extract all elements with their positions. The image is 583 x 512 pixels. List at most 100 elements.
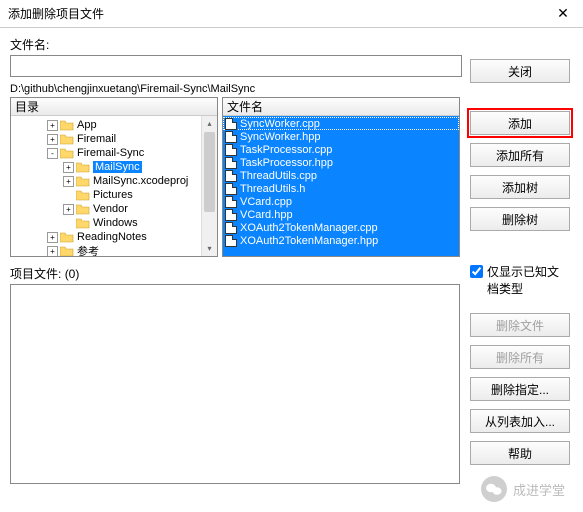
project-files-listbox[interactable] bbox=[10, 284, 460, 484]
scroll-down-icon[interactable]: ▾ bbox=[202, 241, 217, 256]
tree-item[interactable]: +App bbox=[11, 118, 217, 132]
folder-icon bbox=[76, 190, 90, 201]
tree-item-label: Firemail bbox=[77, 133, 116, 145]
tree-item[interactable]: - Firemail-Sync bbox=[11, 146, 217, 160]
file-item[interactable]: TaskProcessor.hpp bbox=[223, 156, 459, 169]
file-item-label: TaskProcessor.cpp bbox=[240, 144, 332, 156]
folder-icon bbox=[60, 148, 74, 159]
show-known-types-input[interactable] bbox=[470, 265, 483, 278]
file-item-label: VCard.hpp bbox=[240, 209, 293, 221]
help-button[interactable]: 帮助 bbox=[470, 441, 570, 465]
tree-item-label: 参考 bbox=[77, 243, 99, 256]
add-all-button[interactable]: 添加所有 bbox=[470, 143, 570, 167]
window-title: 添加删除项目文件 bbox=[8, 5, 543, 22]
add-button[interactable]: 添加 bbox=[470, 111, 570, 135]
tree-item[interactable]: + Firemail bbox=[11, 132, 217, 146]
file-icon bbox=[225, 209, 237, 221]
filename-input[interactable] bbox=[10, 55, 462, 77]
current-path: D:\github\chengjinxuetang\Firemail-Sync\… bbox=[10, 83, 462, 95]
scroll-thumb[interactable] bbox=[204, 132, 215, 212]
folder-icon bbox=[76, 204, 90, 215]
folder-icon bbox=[60, 246, 74, 257]
file-icon bbox=[225, 144, 237, 156]
folder-icon bbox=[76, 218, 90, 229]
expand-icon[interactable]: + bbox=[63, 176, 74, 187]
file-icon bbox=[225, 157, 237, 169]
folder-icon bbox=[76, 176, 90, 187]
remove-file-button[interactable]: 删除文件 bbox=[470, 313, 570, 337]
file-icon bbox=[225, 196, 237, 208]
expand-icon[interactable]: + bbox=[63, 162, 74, 173]
file-item[interactable]: TaskProcessor.cpp bbox=[223, 143, 459, 156]
file-item-label: SyncWorker.hpp bbox=[240, 131, 321, 143]
tree-item-label: Windows bbox=[93, 217, 138, 229]
file-item-label: SyncWorker.cpp bbox=[240, 118, 320, 130]
watermark: 成进学堂 bbox=[481, 476, 565, 502]
remove-selected-button[interactable]: 删除指定... bbox=[470, 377, 570, 401]
scroll-up-icon[interactable]: ▴ bbox=[202, 116, 217, 131]
expand-icon[interactable]: + bbox=[47, 120, 58, 131]
file-icon bbox=[225, 118, 237, 130]
file-item[interactable]: ThreadUtils.cpp bbox=[223, 169, 459, 182]
tree-item-label: ReadingNotes bbox=[77, 231, 147, 243]
tree-item[interactable]: Windows bbox=[11, 216, 217, 230]
tree-item[interactable]: + Vendor bbox=[11, 202, 217, 216]
folder-icon bbox=[60, 120, 74, 131]
tree-item[interactable]: + MailSync.xcodeproj bbox=[11, 174, 217, 188]
expand-icon[interactable]: + bbox=[47, 232, 58, 243]
file-item-label: VCard.cpp bbox=[240, 196, 292, 208]
directory-tree-panel: 目录 +App+Firemail-Firemail-Sync+MailSync+… bbox=[10, 97, 218, 257]
remove-all-button[interactable]: 删除所有 bbox=[470, 345, 570, 369]
folder-icon bbox=[60, 134, 74, 145]
watermark-text: 成进学堂 bbox=[513, 480, 565, 499]
tree-item[interactable]: + 参考 bbox=[11, 244, 217, 256]
tree-item-label: Vendor bbox=[93, 203, 128, 215]
tree-item[interactable]: + MailSync bbox=[11, 160, 217, 174]
file-item[interactable]: SyncWorker.hpp bbox=[223, 130, 459, 143]
file-item[interactable]: ThreadUtils.h bbox=[223, 182, 459, 195]
file-icon bbox=[225, 131, 237, 143]
tree-item[interactable]: + ReadingNotes bbox=[11, 230, 217, 244]
file-item[interactable]: VCard.cpp bbox=[223, 195, 459, 208]
remove-tree-button[interactable]: 删除树 bbox=[470, 207, 570, 231]
file-item[interactable]: XOAuth2TokenManager.cpp bbox=[223, 221, 459, 234]
expand-icon[interactable]: + bbox=[63, 204, 74, 215]
expand-icon[interactable]: + bbox=[47, 246, 58, 257]
file-icon bbox=[225, 235, 237, 247]
file-list[interactable]: SyncWorker.cppSyncWorker.hppTaskProcesso… bbox=[223, 116, 459, 256]
expand-icon[interactable]: - bbox=[47, 148, 58, 159]
project-files-label: 项目文件: (0) bbox=[10, 265, 462, 282]
tree-scrollbar[interactable]: ▴ ▾ bbox=[201, 116, 217, 256]
file-item-label: ThreadUtils.h bbox=[240, 183, 305, 195]
folder-icon bbox=[76, 162, 90, 173]
folder-icon bbox=[60, 232, 74, 243]
file-item-label: TaskProcessor.hpp bbox=[240, 157, 333, 169]
tree-item-label: MailSync bbox=[93, 161, 142, 173]
add-tree-button[interactable]: 添加树 bbox=[470, 175, 570, 199]
file-icon bbox=[225, 222, 237, 234]
add-from-list-button[interactable]: 从列表加入... bbox=[470, 409, 570, 433]
expand-icon[interactable]: + bbox=[47, 134, 58, 145]
file-icon bbox=[225, 183, 237, 195]
file-icon bbox=[225, 170, 237, 182]
directory-tree[interactable]: +App+Firemail-Firemail-Sync+MailSync+Mai… bbox=[11, 116, 217, 256]
filename-label: 文件名: bbox=[10, 36, 49, 53]
titlebar: 添加删除项目文件 ✕ bbox=[0, 0, 583, 28]
show-known-types-label: 仅显示已知文档类型 bbox=[487, 263, 570, 297]
directory-header: 目录 bbox=[11, 98, 217, 116]
file-item-label: XOAuth2TokenManager.hpp bbox=[240, 235, 378, 247]
file-item[interactable]: XOAuth2TokenManager.hpp bbox=[223, 234, 459, 247]
file-item[interactable]: VCard.hpp bbox=[223, 208, 459, 221]
close-icon: ✕ bbox=[557, 5, 569, 22]
close-button[interactable]: 关闭 bbox=[470, 59, 570, 83]
tree-item-label: MailSync.xcodeproj bbox=[93, 175, 188, 187]
file-list-panel: 文件名 SyncWorker.cppSyncWorker.hppTaskProc… bbox=[222, 97, 460, 257]
tree-item[interactable]: Pictures bbox=[11, 188, 217, 202]
file-item[interactable]: SyncWorker.cpp bbox=[223, 117, 459, 130]
tree-item-label: Firemail-Sync bbox=[77, 147, 144, 159]
window-close-button[interactable]: ✕ bbox=[543, 0, 583, 28]
file-item-label: ThreadUtils.cpp bbox=[240, 170, 317, 182]
show-known-types-checkbox[interactable]: 仅显示已知文档类型 bbox=[470, 263, 570, 297]
file-header: 文件名 bbox=[223, 98, 459, 116]
tree-item-label: Pictures bbox=[93, 189, 133, 201]
